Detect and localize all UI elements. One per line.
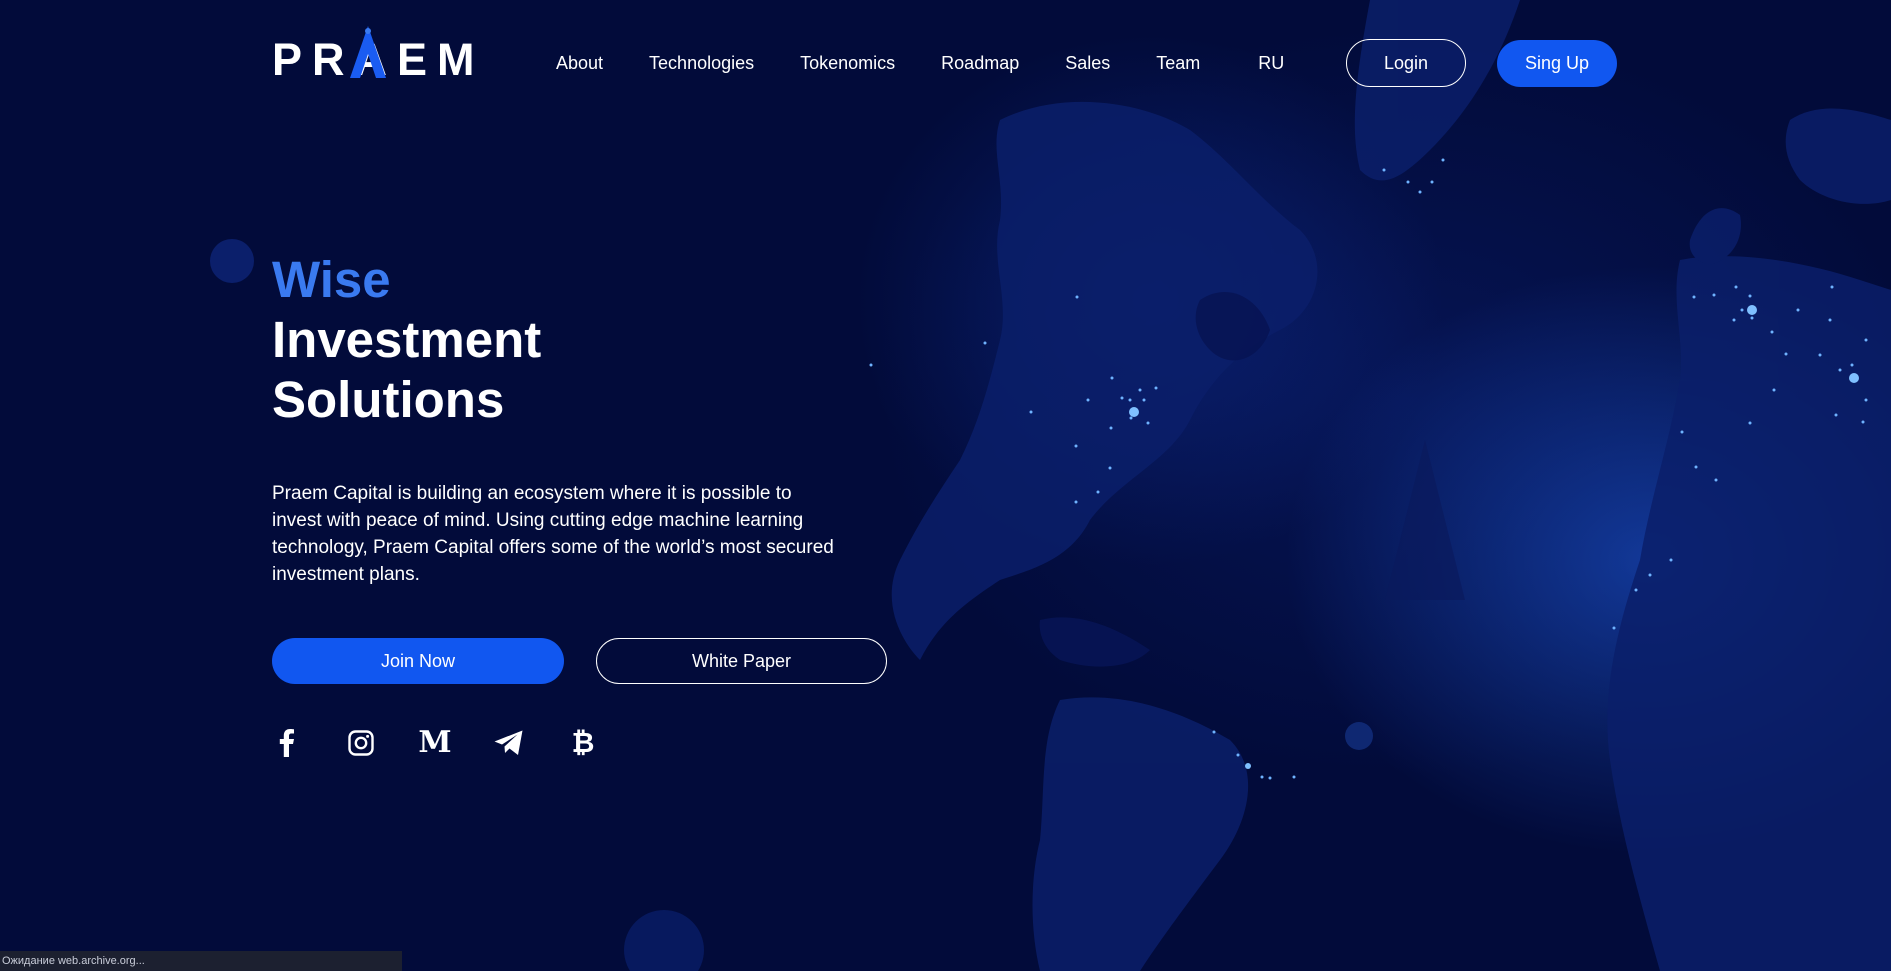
nav-technologies[interactable]: Technologies xyxy=(649,52,754,74)
hero-title-accent: Wise xyxy=(272,251,391,308)
login-button[interactable]: Login xyxy=(1346,39,1466,87)
instagram-icon[interactable] xyxy=(346,728,376,758)
rocket-logo-icon xyxy=(350,26,386,78)
telegram-icon[interactable] xyxy=(494,728,524,758)
social-links: M ₿ xyxy=(272,728,642,758)
join-now-button[interactable]: Join Now xyxy=(272,638,564,684)
language-switch[interactable]: RU xyxy=(1258,52,1284,74)
nav-team[interactable]: Team xyxy=(1156,52,1200,74)
nav-roadmap[interactable]: Roadmap xyxy=(941,52,1019,74)
browser-status-bar: Ожидание web.archive.org... xyxy=(0,951,402,971)
facebook-icon[interactable] xyxy=(272,728,302,758)
medium-icon[interactable]: M xyxy=(418,728,451,758)
main-nav: About Technologies Tokenomics Roadmap Sa… xyxy=(556,52,1330,74)
hero-description: Praem Capital is building an ecosystem w… xyxy=(272,483,834,585)
hero-title: Wise Investment Solutions xyxy=(272,250,541,430)
nav-about[interactable]: About xyxy=(556,52,603,74)
nav-tokenomics[interactable]: Tokenomics xyxy=(800,52,895,74)
white-paper-button[interactable]: White Paper xyxy=(596,638,887,684)
signup-button[interactable]: Sing Up xyxy=(1497,40,1617,87)
nav-sales[interactable]: Sales xyxy=(1065,52,1110,74)
hero-title-line2: Investment xyxy=(272,311,542,368)
hero-title-line3: Solutions xyxy=(272,371,505,428)
bitcoin-icon[interactable]: ₿ xyxy=(568,728,598,758)
praem-logo[interactable]: PRAEM xyxy=(272,26,475,82)
